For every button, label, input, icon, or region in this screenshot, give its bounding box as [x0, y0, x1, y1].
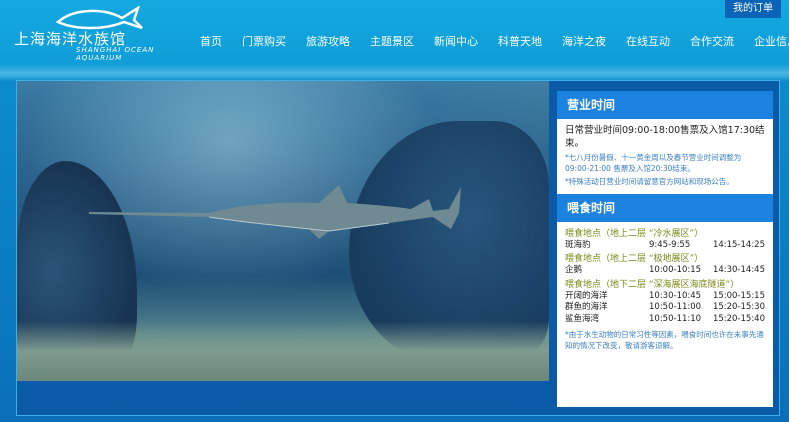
- feeding-row: 鲨鱼海湾 10:50-11:10 15:20-15:40: [565, 313, 765, 324]
- feeding-row: 群鱼的海洋 10:50-11:00 15:20-15:30: [565, 302, 765, 312]
- nav-home[interactable]: 首页: [190, 33, 232, 49]
- my-order-button[interactable]: 我的订单: [725, 0, 781, 18]
- nav-online-interaction[interactable]: 在线互动: [616, 33, 680, 49]
- nav-company-info[interactable]: 企业信息: [744, 33, 789, 49]
- feeding-row: 斑海豹 9:45-9:55 14:15-14:25: [565, 239, 765, 250]
- content-frame: 营业时间 日常营业时间09:00-18:00售票及入馆17:30结束。 *七八月…: [16, 80, 780, 416]
- feeding-location: 喂食地点（地下二层 “深海展区海底隧道”）: [565, 279, 740, 290]
- sawfish-image: [89, 185, 461, 239]
- logo[interactable]: 上海海洋水族馆 SHANGHAI OCEAN AQUARIUM: [14, 6, 164, 66]
- main-nav: 首页 门票购买 旅游攻略 主题景区 新闻中心 科普天地 海洋之夜 在线互动 合作…: [190, 33, 789, 49]
- feeding-row: 企鹅 10:00-10:15 14:30-14:45: [565, 265, 765, 275]
- nav-theme-zones[interactable]: 主题景区: [360, 33, 424, 49]
- nav-news[interactable]: 新闻中心: [424, 33, 488, 49]
- hours-title: 营业时间: [557, 91, 773, 119]
- nav-travel-guide[interactable]: 旅游攻略: [296, 33, 360, 49]
- nav-ocean-night[interactable]: 海洋之夜: [552, 33, 616, 49]
- hours-note-summer: *七八月份暑假、十一黄金周以及春节营业时间调整为09:00-21:00 售票及入…: [565, 153, 742, 173]
- nav-cooperation[interactable]: 合作交流: [680, 33, 744, 49]
- hours-main-text: 日常营业时间09:00-18:00售票及入馆17:30结束。: [565, 125, 765, 149]
- fish-logo-icon: [55, 6, 143, 30]
- feeding-row: 开阔的海洋 10:30-10:45 15:00-15:15: [565, 290, 765, 301]
- feeding-location: 喂食地点（地上二层 “冷水展区”）: [565, 228, 704, 239]
- logo-english-name: SHANGHAI OCEAN AQUARIUM: [76, 46, 155, 62]
- hours-note-special: *特殊活动日营业时间请留意官方网站和现场公告。: [565, 177, 734, 186]
- nav-tickets[interactable]: 门票购买: [232, 33, 296, 49]
- feeding-location: 喂食地点（地上二层 “极地展区”）: [565, 254, 704, 264]
- feeding-title: 喂食时间: [557, 193, 773, 222]
- sawfish-photo: [17, 81, 549, 381]
- info-panel: 营业时间 日常营业时间09:00-18:00售票及入馆17:30结束。 *七八月…: [557, 91, 773, 407]
- feeding-note: *由于水生动物的日常习性等因素，喂食时间也许在未事先通知的情况下改变，敬请游客谅…: [565, 330, 764, 350]
- nav-science[interactable]: 科普天地: [488, 33, 552, 49]
